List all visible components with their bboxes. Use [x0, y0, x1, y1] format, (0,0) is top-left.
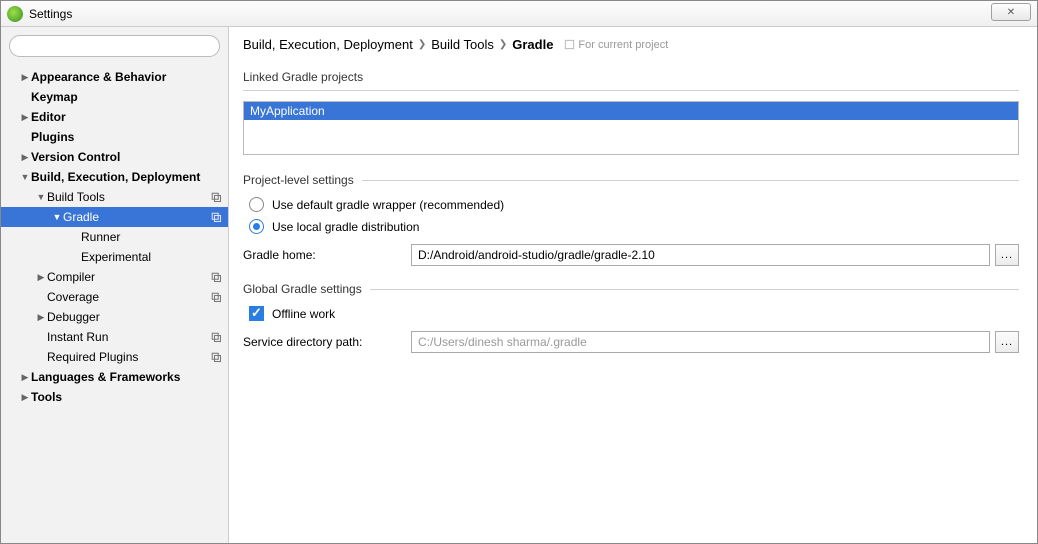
tree-item-label: Build, Execution, Deployment: [31, 170, 222, 184]
tree-item-label: Debugger: [47, 310, 222, 324]
service-directory-row: Service directory path: ...: [243, 331, 1019, 353]
expand-icon[interactable]: ▶: [19, 112, 31, 123]
project-scope-icon: [210, 291, 222, 303]
section-project-level: Project-level settings: [243, 173, 1019, 187]
expand-icon[interactable]: ▶: [19, 152, 31, 163]
expand-icon[interactable]: ▼: [51, 212, 63, 222]
tree-item-label: Compiler: [47, 270, 210, 284]
tree-item-label: Editor: [31, 110, 222, 124]
tree-item-label: Plugins: [31, 130, 222, 144]
section-project-level-label: Project-level settings: [243, 173, 354, 187]
tree-item[interactable]: ▼Build Tools: [1, 187, 228, 207]
breadcrumb-item[interactable]: Build Tools: [431, 37, 494, 52]
window-title: Settings: [29, 7, 72, 21]
scope-label: For current project: [564, 39, 668, 51]
expand-icon[interactable]: ▼: [19, 172, 31, 182]
tree-item[interactable]: Plugins: [1, 127, 228, 147]
tree-item-label: Instant Run: [47, 330, 210, 344]
radio-local-distribution[interactable]: Use local gradle distribution: [249, 219, 1019, 234]
browse-button[interactable]: ...: [995, 244, 1019, 266]
gradle-home-input[interactable]: [411, 244, 990, 266]
gradle-home-label: Gradle home:: [243, 248, 411, 262]
expand-icon[interactable]: ▶: [19, 72, 31, 83]
divider: [370, 289, 1019, 290]
tree-item[interactable]: Runner: [1, 227, 228, 247]
section-global-label: Global Gradle settings: [243, 282, 362, 296]
tree-item-label: Appearance & Behavior: [31, 70, 222, 84]
tree-item[interactable]: ▶Debugger: [1, 307, 228, 327]
breadcrumb-item[interactable]: Build, Execution, Deployment: [243, 37, 413, 52]
expand-icon[interactable]: ▶: [35, 312, 47, 323]
search-input[interactable]: [9, 35, 220, 57]
tree-item-label: Version Control: [31, 150, 222, 164]
content-area: ▶Appearance & BehaviorKeymap▶EditorPlugi…: [1, 27, 1037, 543]
main-panel: Build, Execution, Deployment ❯ Build Too…: [229, 27, 1037, 543]
project-scope-icon: [210, 271, 222, 283]
settings-tree[interactable]: ▶Appearance & BehaviorKeymap▶EditorPlugi…: [1, 65, 228, 543]
radio-label: Use default gradle wrapper (recommended): [272, 198, 504, 212]
expand-icon[interactable]: ▶: [19, 372, 31, 383]
settings-window: Settings ✕ ▶Appearance & BehaviorKeymap▶…: [0, 0, 1038, 544]
tree-item-label: Languages & Frameworks: [31, 370, 222, 384]
close-icon: ✕: [1007, 7, 1015, 18]
section-linked-label: Linked Gradle projects: [243, 70, 1019, 84]
chevron-right-icon: ❯: [499, 39, 507, 50]
section-global: Global Gradle settings: [243, 282, 1019, 296]
tree-item-label: Gradle: [63, 210, 210, 224]
sidebar: ▶Appearance & BehaviorKeymap▶EditorPlugi…: [1, 27, 229, 543]
tree-item[interactable]: ▶Languages & Frameworks: [1, 367, 228, 387]
radio-default-wrapper[interactable]: Use default gradle wrapper (recommended): [249, 197, 1019, 212]
service-directory-input[interactable]: [411, 331, 990, 353]
tree-item[interactable]: Experimental: [1, 247, 228, 267]
offline-work-checkbox[interactable]: Offline work: [249, 306, 1019, 321]
list-item[interactable]: MyApplication: [244, 102, 1018, 120]
tree-item-label: Build Tools: [47, 190, 210, 204]
tree-item[interactable]: ▶Editor: [1, 107, 228, 127]
tree-item[interactable]: ▶Tools: [1, 387, 228, 407]
tree-item-label: Keymap: [31, 90, 222, 104]
project-scope-icon: [210, 351, 222, 363]
radio-icon: [249, 219, 264, 234]
divider: [243, 90, 1019, 91]
divider: [362, 180, 1019, 181]
tree-item-label: Coverage: [47, 290, 210, 304]
expand-icon[interactable]: ▶: [19, 392, 31, 403]
tree-item[interactable]: Keymap: [1, 87, 228, 107]
breadcrumb: Build, Execution, Deployment ❯ Build Too…: [243, 37, 1019, 52]
service-directory-label: Service directory path:: [243, 335, 411, 349]
browse-button[interactable]: ...: [995, 331, 1019, 353]
titlebar: Settings ✕: [1, 1, 1037, 27]
expand-icon[interactable]: ▶: [35, 272, 47, 283]
project-scope-icon: [210, 331, 222, 343]
tree-item[interactable]: Coverage: [1, 287, 228, 307]
search-wrap: [1, 27, 228, 65]
expand-icon[interactable]: ▼: [35, 192, 47, 202]
app-icon: [7, 6, 23, 22]
gradle-home-row: Gradle home: ...: [243, 244, 1019, 266]
checkbox-label: Offline work: [272, 307, 335, 321]
window-close-button[interactable]: ✕: [991, 3, 1031, 21]
tree-item[interactable]: ▶Version Control: [1, 147, 228, 167]
tree-item-label: Runner: [81, 230, 222, 244]
chevron-right-icon: ❯: [418, 39, 426, 50]
linked-projects-list[interactable]: MyApplication: [243, 101, 1019, 155]
project-icon: [564, 39, 575, 50]
tree-item[interactable]: Instant Run: [1, 327, 228, 347]
radio-icon: [249, 197, 264, 212]
tree-item[interactable]: ▶Compiler: [1, 267, 228, 287]
project-scope-icon: [210, 211, 222, 223]
tree-item[interactable]: Required Plugins: [1, 347, 228, 367]
radio-label: Use local gradle distribution: [272, 220, 419, 234]
tree-item-label: Required Plugins: [47, 350, 210, 364]
tree-item[interactable]: ▼Gradle: [1, 207, 228, 227]
tree-item-label: Experimental: [81, 250, 222, 264]
tree-item-label: Tools: [31, 390, 222, 404]
breadcrumb-item-current: Gradle: [512, 37, 553, 52]
checkbox-icon: [249, 306, 264, 321]
tree-item[interactable]: ▶Appearance & Behavior: [1, 67, 228, 87]
project-scope-icon: [210, 191, 222, 203]
tree-item[interactable]: ▼Build, Execution, Deployment: [1, 167, 228, 187]
